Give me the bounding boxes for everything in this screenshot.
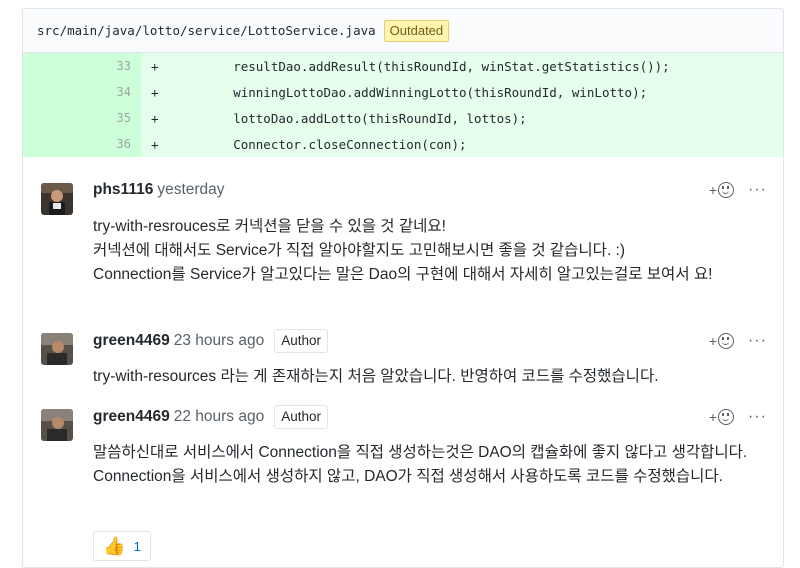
outdated-badge: Outdated bbox=[383, 19, 450, 42]
avatar[interactable] bbox=[41, 183, 73, 215]
more-options-icon[interactable]: ··· bbox=[748, 332, 767, 350]
diff-sign: + bbox=[151, 136, 159, 152]
diff-sign: + bbox=[151, 110, 159, 126]
comment-paragraph: 커넥션에 대해서도 Service가 직접 알아야할지도 고민해보시면 좋을 것… bbox=[93, 242, 626, 259]
code-text: lottoDao.addLotto(thisRoundId, lottos); bbox=[173, 110, 527, 126]
comment-paragraph: try-with-resources 라는 게 존재하는지 처음 알았습니다. … bbox=[93, 368, 659, 385]
diff-line: 34 + winningLottoDao.addWinningLotto(thi… bbox=[23, 79, 783, 105]
diff-line: 36 + Connector.closeConnection(con); bbox=[23, 131, 783, 157]
review-thread: src/main/java/lotto/service/LottoService… bbox=[22, 8, 784, 568]
diff-sign: + bbox=[151, 58, 159, 74]
plus-label: + bbox=[708, 182, 718, 198]
smiley-icon bbox=[718, 333, 735, 349]
comment-header: phs1116 yesterday bbox=[93, 181, 225, 199]
line-number[interactable]: 35 bbox=[23, 105, 141, 131]
author-badge: Author bbox=[274, 329, 328, 353]
comment-body: try-with-resrouces로 커넥션을 닫을 수 있을 것 같네요! … bbox=[93, 215, 773, 287]
diff-line: 35 + lottoDao.addLotto(thisRoundId, lott… bbox=[23, 105, 783, 131]
comment-body: 말씀하신대로 서비스에서 Connection을 직접 생성하는것은 DAO의 … bbox=[93, 441, 773, 489]
author-link[interactable]: green4469 bbox=[93, 332, 170, 350]
comment-actions: + ··· bbox=[709, 408, 767, 426]
comment-paragraph: 말씀하신대로 서비스에서 Connection을 직접 생성하는것은 DAO의 … bbox=[93, 444, 748, 485]
author-badge: Author bbox=[274, 405, 328, 429]
line-number[interactable]: 36 bbox=[23, 131, 141, 157]
smiley-icon bbox=[718, 409, 735, 425]
code-text: resultDao.addResult(thisRoundId, winStat… bbox=[173, 58, 670, 74]
avatar[interactable] bbox=[41, 333, 73, 365]
comment-paragraph: try-with-resrouces로 커넥션을 닫을 수 있을 것 같네요! bbox=[93, 218, 446, 235]
add-reaction-button[interactable]: + bbox=[708, 182, 735, 198]
avatar[interactable] bbox=[41, 409, 73, 441]
timestamp-link[interactable]: yesterday bbox=[157, 181, 224, 199]
author-link[interactable]: phs1116 bbox=[93, 181, 153, 199]
comment-header: green4469 22 hours ago Author bbox=[93, 405, 328, 429]
comment-actions: + ··· bbox=[709, 332, 767, 350]
diff-line: 33 + resultDao.addResult(thisRoundId, wi… bbox=[23, 53, 783, 79]
more-options-icon[interactable]: ··· bbox=[748, 181, 767, 199]
comment-paragraph: Connection를 Service가 알고있다는 말은 Dao의 구현에 대… bbox=[93, 266, 713, 283]
code-text: Connector.closeConnection(con); bbox=[173, 136, 467, 152]
diff-hunk: 33 + resultDao.addResult(thisRoundId, wi… bbox=[23, 53, 783, 157]
add-reaction-button[interactable]: + bbox=[708, 409, 735, 425]
author-link[interactable]: green4469 bbox=[93, 408, 170, 426]
line-number[interactable]: 33 bbox=[23, 53, 141, 79]
timestamp-link[interactable]: 23 hours ago bbox=[174, 332, 265, 350]
plus-label: + bbox=[708, 333, 718, 349]
code-text: winningLottoDao.addWinningLotto(thisRoun… bbox=[173, 84, 648, 100]
comment-header: green4469 23 hours ago Author bbox=[93, 329, 328, 353]
comment-actions: + ··· bbox=[709, 181, 767, 199]
plus-label: + bbox=[708, 409, 718, 425]
thumbs-up-icon: 👍 bbox=[103, 535, 126, 556]
line-number[interactable]: 34 bbox=[23, 79, 141, 105]
comment-body: try-with-resources 라는 게 존재하는지 처음 알았습니다. … bbox=[93, 365, 773, 389]
more-options-icon[interactable]: ··· bbox=[748, 408, 767, 426]
smiley-icon bbox=[718, 182, 735, 198]
file-header: src/main/java/lotto/service/LottoService… bbox=[23, 9, 783, 53]
diff-sign: + bbox=[151, 84, 159, 100]
file-path-link[interactable]: src/main/java/lotto/service/LottoService… bbox=[37, 23, 376, 38]
timestamp-link[interactable]: 22 hours ago bbox=[174, 408, 265, 426]
reaction-count: 1 bbox=[133, 538, 141, 554]
add-reaction-button[interactable]: + bbox=[708, 333, 735, 349]
thumbs-up-reaction-button[interactable]: 👍 1 bbox=[93, 531, 151, 561]
